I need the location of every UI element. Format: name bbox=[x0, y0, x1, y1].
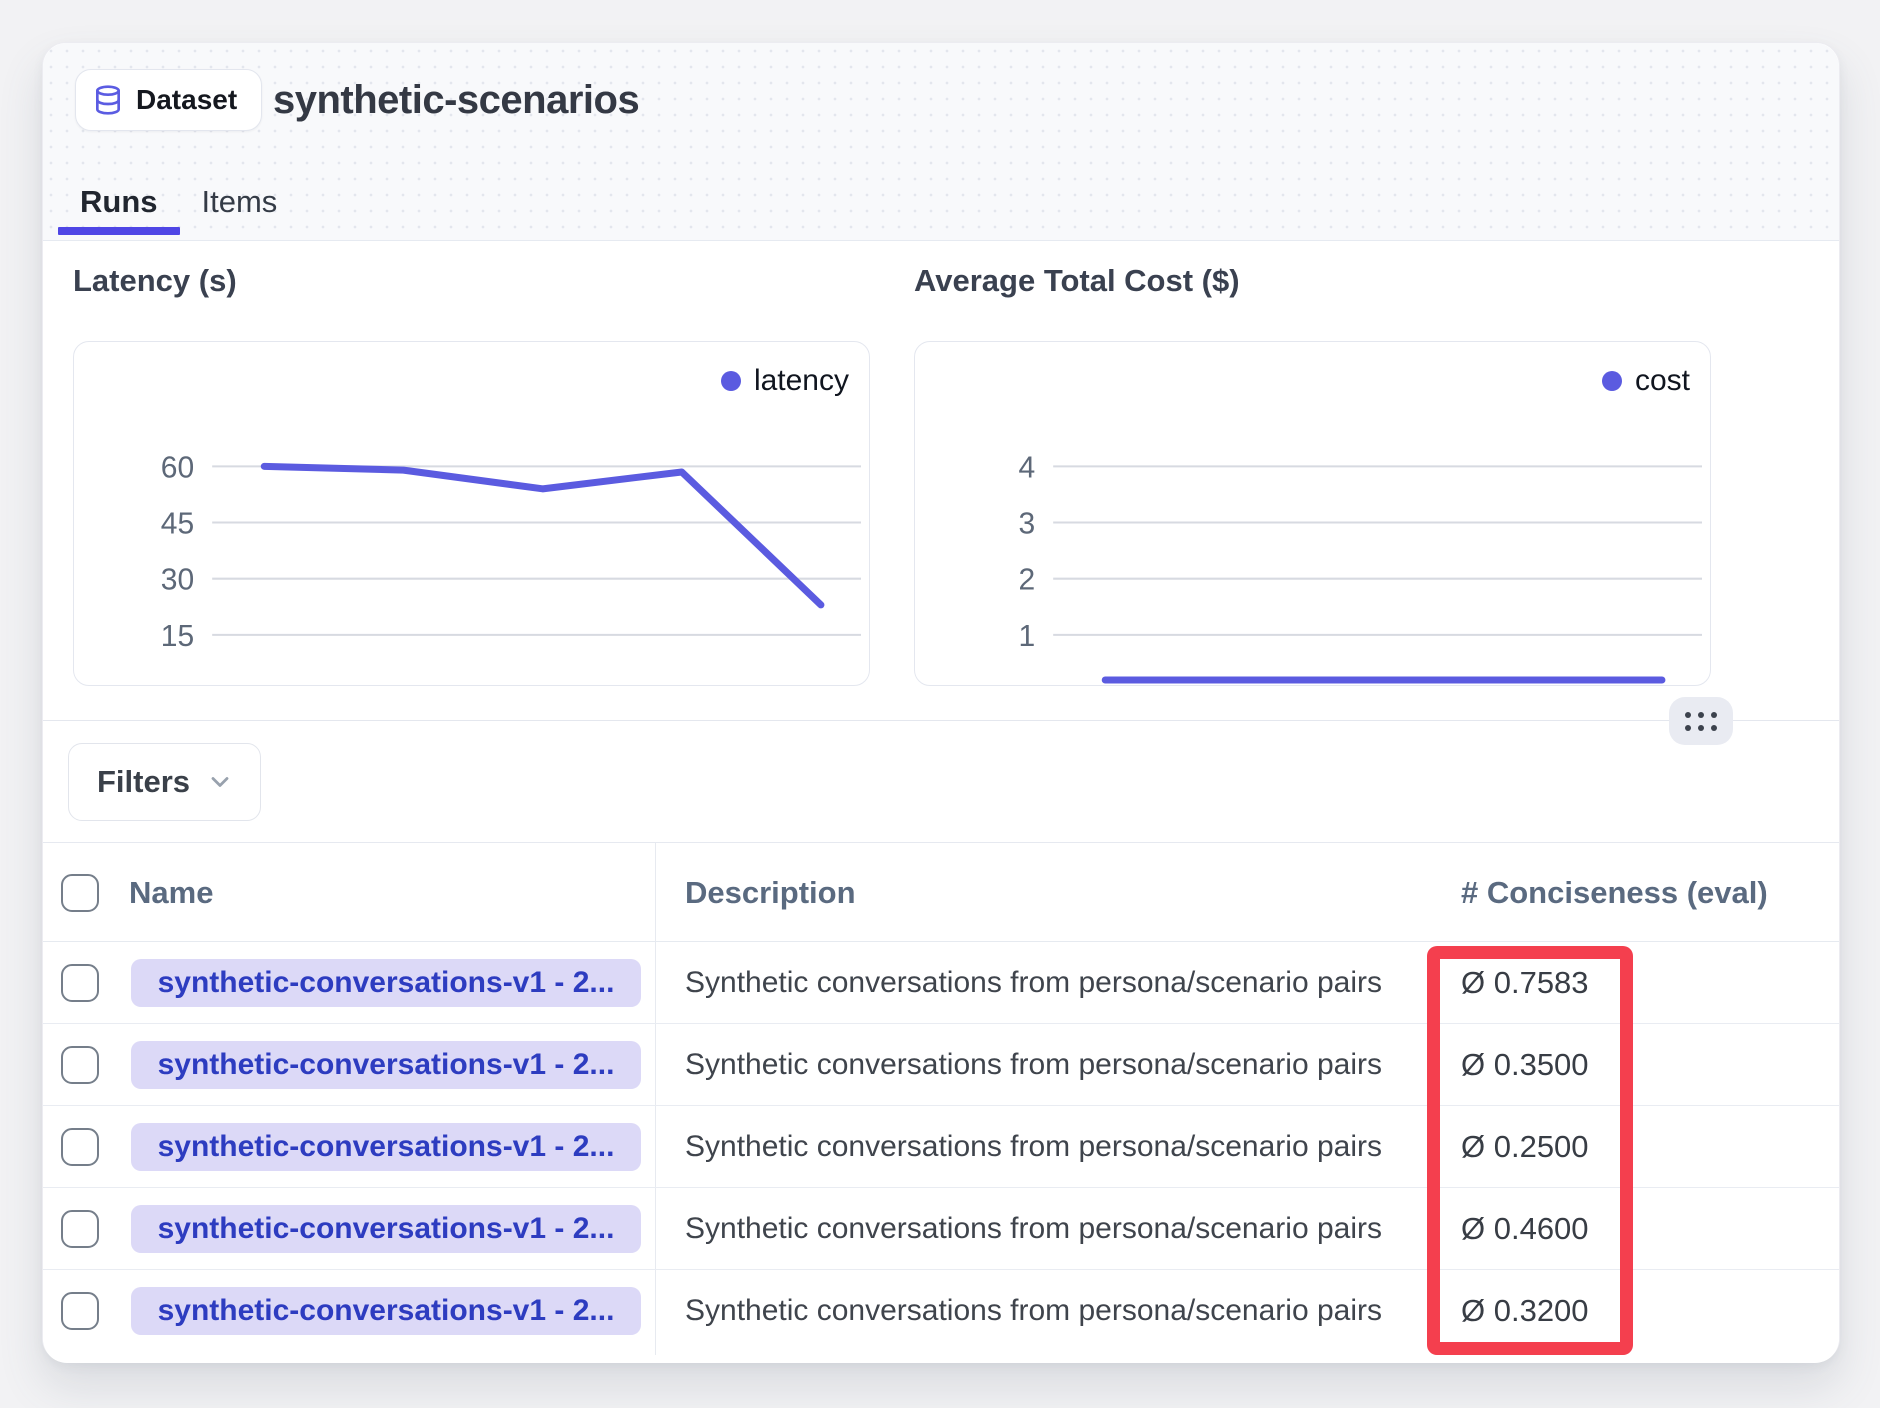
row-checkbox[interactable] bbox=[61, 1128, 99, 1166]
table-header-row: Name Description # Conciseness (eval) bbox=[43, 843, 1839, 942]
run-conciseness-value: Ø 0.4600 bbox=[1461, 1188, 1589, 1270]
run-name-link[interactable]: synthetic-conversations-v1 - 2... bbox=[131, 1041, 641, 1089]
page: { "header": { "badge": { "label": "Datas… bbox=[0, 0, 1880, 1408]
cost-legend[interactable]: cost bbox=[1602, 364, 1690, 398]
run-name-link[interactable]: synthetic-conversations-v1 - 2... bbox=[131, 1287, 641, 1335]
run-description: Synthetic conversations from persona/sce… bbox=[685, 1188, 1382, 1270]
run-description: Synthetic conversations from persona/sce… bbox=[685, 1270, 1382, 1352]
column-header-description: Description bbox=[685, 843, 856, 942]
svg-text:4: 4 bbox=[1018, 451, 1035, 484]
run-conciseness-value: Ø 0.3500 bbox=[1461, 1024, 1589, 1106]
page-header: Dataset synthetic-scenarios Runs Items bbox=[43, 43, 1839, 241]
tab-items[interactable]: Items bbox=[180, 182, 300, 240]
database-icon bbox=[92, 84, 124, 116]
legend-dot-icon bbox=[721, 371, 741, 391]
svg-text:15: 15 bbox=[161, 620, 194, 653]
svg-text:3: 3 bbox=[1018, 508, 1035, 541]
run-name-link[interactable]: synthetic-conversations-v1 - 2... bbox=[131, 1123, 641, 1171]
latency-chart: 60 45 30 15 latency bbox=[73, 341, 870, 686]
filters-button-label: Filters bbox=[97, 764, 190, 800]
run-description: Synthetic conversations from persona/sce… bbox=[685, 942, 1382, 1024]
runs-table: Name Description # Conciseness (eval) sy… bbox=[43, 843, 1839, 1363]
dataset-badge: Dataset bbox=[75, 69, 262, 131]
svg-text:45: 45 bbox=[161, 508, 194, 541]
table-row: synthetic-conversations-v1 - 2... Synthe… bbox=[43, 1270, 1839, 1352]
latency-chart-title: Latency (s) bbox=[73, 263, 237, 299]
table-row: synthetic-conversations-v1 - 2... Synthe… bbox=[43, 1106, 1839, 1188]
run-conciseness-value: Ø 0.2500 bbox=[1461, 1106, 1589, 1188]
tab-bar: Runs Items bbox=[58, 182, 299, 240]
run-description: Synthetic conversations from persona/sce… bbox=[685, 1024, 1382, 1106]
latency-legend[interactable]: latency bbox=[721, 364, 849, 398]
run-name-link[interactable]: synthetic-conversations-v1 - 2... bbox=[131, 959, 641, 1007]
select-all-checkbox[interactable] bbox=[61, 874, 99, 912]
svg-text:2: 2 bbox=[1018, 564, 1035, 597]
resize-grip-handle[interactable] bbox=[1669, 697, 1733, 745]
row-checkbox[interactable] bbox=[61, 964, 99, 1002]
column-header-name: Name bbox=[129, 843, 213, 942]
svg-text:1: 1 bbox=[1018, 620, 1035, 653]
legend-label: latency bbox=[754, 364, 849, 398]
run-conciseness-value: Ø 0.3200 bbox=[1461, 1270, 1589, 1352]
legend-label: cost bbox=[1635, 364, 1690, 398]
svg-text:60: 60 bbox=[161, 451, 194, 484]
run-description: Synthetic conversations from persona/sce… bbox=[685, 1106, 1382, 1188]
table-body: synthetic-conversations-v1 - 2... Synthe… bbox=[43, 942, 1839, 1352]
row-checkbox[interactable] bbox=[61, 1046, 99, 1084]
legend-dot-icon bbox=[1602, 371, 1622, 391]
cost-chart: 4 3 2 1 cost bbox=[914, 341, 1711, 686]
svg-text:30: 30 bbox=[161, 564, 194, 597]
column-header-conciseness: # Conciseness (eval) bbox=[1461, 843, 1768, 942]
charts-section: Latency (s) Average Total Cost ($) 60 45 3… bbox=[43, 241, 1839, 721]
table-row: synthetic-conversations-v1 - 2... Synthe… bbox=[43, 942, 1839, 1024]
grip-dots-icon bbox=[1685, 712, 1717, 731]
page-title: synthetic-scenarios bbox=[273, 69, 639, 131]
cost-chart-title: Average Total Cost ($) bbox=[914, 263, 1240, 299]
filters-button[interactable]: Filters bbox=[68, 743, 261, 821]
badge-label: Dataset bbox=[136, 84, 237, 116]
row-checkbox[interactable] bbox=[61, 1292, 99, 1330]
filters-section: Filters bbox=[43, 721, 1839, 843]
table-row: synthetic-conversations-v1 - 2... Synthe… bbox=[43, 1188, 1839, 1270]
run-conciseness-value: Ø 0.7583 bbox=[1461, 942, 1589, 1024]
run-name-link[interactable]: synthetic-conversations-v1 - 2... bbox=[131, 1205, 641, 1253]
cost-line-plot: 4 3 2 1 bbox=[915, 342, 1710, 685]
table-row: synthetic-conversations-v1 - 2... Synthe… bbox=[43, 1024, 1839, 1106]
row-checkbox[interactable] bbox=[61, 1210, 99, 1248]
tab-runs[interactable]: Runs bbox=[58, 182, 180, 240]
chevron-down-icon bbox=[206, 768, 234, 796]
dataset-card: Dataset synthetic-scenarios Runs Items L… bbox=[42, 42, 1840, 1362]
